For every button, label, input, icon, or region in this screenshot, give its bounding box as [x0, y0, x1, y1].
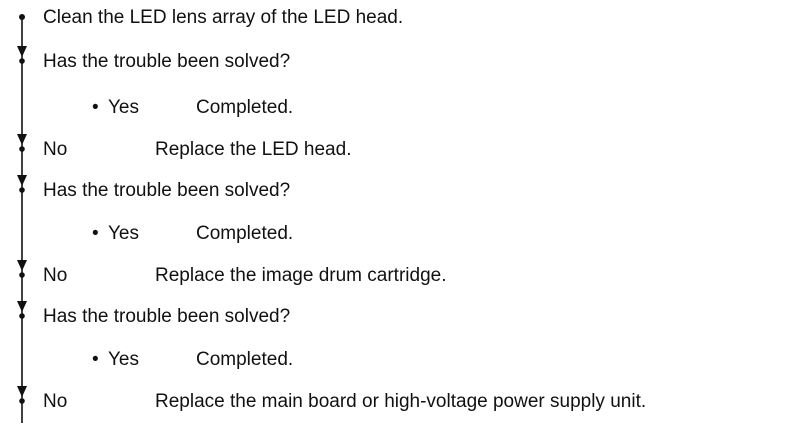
- arrow-icon: [17, 134, 27, 145]
- no-label: No: [43, 139, 68, 160]
- node-dot: [19, 187, 25, 193]
- step-text: Clean the LED lens array of the LED head…: [43, 7, 404, 28]
- node-dot: [19, 146, 25, 152]
- question-text: Has the trouble been solved?: [43, 306, 291, 327]
- arrow-icon: [17, 46, 27, 57]
- yes-label: Yes: [108, 223, 139, 244]
- bullet-icon: •: [92, 97, 99, 118]
- yes-label: Yes: [108, 97, 139, 118]
- node-dot: [19, 313, 25, 319]
- yes-branch: • Yes Completed.: [92, 96, 293, 120]
- node-dot: [19, 398, 25, 404]
- no-branch: No Replace the main board or high-voltage…: [43, 390, 646, 414]
- bullet-icon: •: [92, 223, 99, 244]
- result-text: Completed.: [196, 97, 294, 118]
- arrow-icon: [17, 386, 27, 397]
- no-branch: No Replace the LED head.: [43, 138, 351, 162]
- action-text: Replace the LED head.: [155, 139, 352, 160]
- action-text: Replace the main board or high-voltage p…: [155, 391, 647, 412]
- no-label: No: [43, 391, 68, 412]
- no-label: No: [43, 265, 68, 286]
- node-dot: [19, 272, 25, 278]
- result-text: Completed.: [196, 349, 294, 370]
- troubleshooting-flow: Clean the LED lens array of the LED head…: [0, 0, 795, 434]
- start-node: [19, 14, 25, 20]
- question-text: Has the trouble been solved?: [43, 180, 291, 201]
- yes-branch: • Yes Completed.: [92, 222, 293, 246]
- arrow-icon: [17, 175, 27, 186]
- action-text: Replace the image drum cartridge.: [155, 265, 447, 286]
- node-dot: [19, 58, 25, 64]
- bullet-icon: •: [92, 349, 99, 370]
- question-text: Has the trouble been solved?: [43, 51, 291, 72]
- no-branch: No Replace the image drum cartridge.: [43, 264, 446, 288]
- yes-label: Yes: [108, 349, 139, 370]
- yes-branch: • Yes Completed.: [92, 348, 293, 372]
- result-text: Completed.: [196, 223, 294, 244]
- arrow-icon: [17, 260, 27, 271]
- arrow-icon: [17, 301, 27, 312]
